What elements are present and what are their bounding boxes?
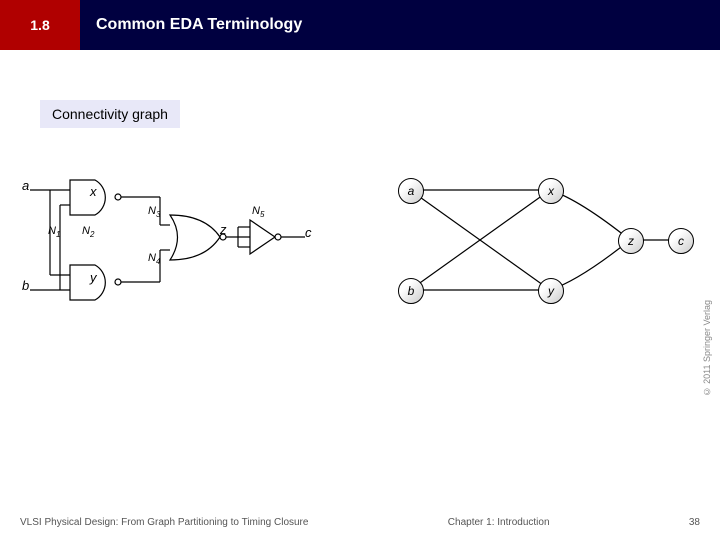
graph-node-x: x bbox=[538, 178, 564, 204]
slide-footer: VLSI Physical Design: From Graph Partiti… bbox=[0, 517, 720, 528]
wire-n5-label: N5 bbox=[252, 205, 264, 219]
graph-node-a: a bbox=[398, 178, 424, 204]
wire-n1-label: N1 bbox=[48, 225, 60, 239]
logic-circuit bbox=[20, 170, 330, 330]
diagram-area: a b x y z c N1 N2 N3 N4 N5 a b x y z c bbox=[20, 170, 700, 370]
subtitle: Connectivity graph bbox=[40, 100, 180, 128]
wire-n4-label: N4 bbox=[148, 252, 160, 266]
graph-node-c: c bbox=[668, 228, 694, 254]
gate-y-label: y bbox=[90, 270, 97, 285]
output-c-label: c bbox=[305, 225, 312, 240]
copyright-text: © 2011 Springer Verlag bbox=[702, 300, 712, 396]
graph-node-z: z bbox=[618, 228, 644, 254]
input-b-label: b bbox=[22, 278, 29, 293]
input-a-label: a bbox=[22, 178, 29, 193]
section-number: 1.8 bbox=[0, 0, 80, 50]
wire-n3-label: N3 bbox=[148, 205, 160, 219]
footer-center: Chapter 1: Introduction bbox=[448, 517, 550, 528]
wire-z-label: z bbox=[220, 222, 227, 237]
graph-node-y: y bbox=[538, 278, 564, 304]
graph-node-b: b bbox=[398, 278, 424, 304]
wire-n2-label: N2 bbox=[82, 225, 94, 239]
footer-left: VLSI Physical Design: From Graph Partiti… bbox=[20, 517, 308, 528]
gate-x-label: x bbox=[90, 184, 97, 199]
footer-page-number: 38 bbox=[689, 517, 700, 528]
connectivity-graph bbox=[380, 170, 690, 330]
slide-title: Common EDA Terminology bbox=[80, 0, 720, 50]
slide-header: 1.8 Common EDA Terminology bbox=[0, 0, 720, 50]
